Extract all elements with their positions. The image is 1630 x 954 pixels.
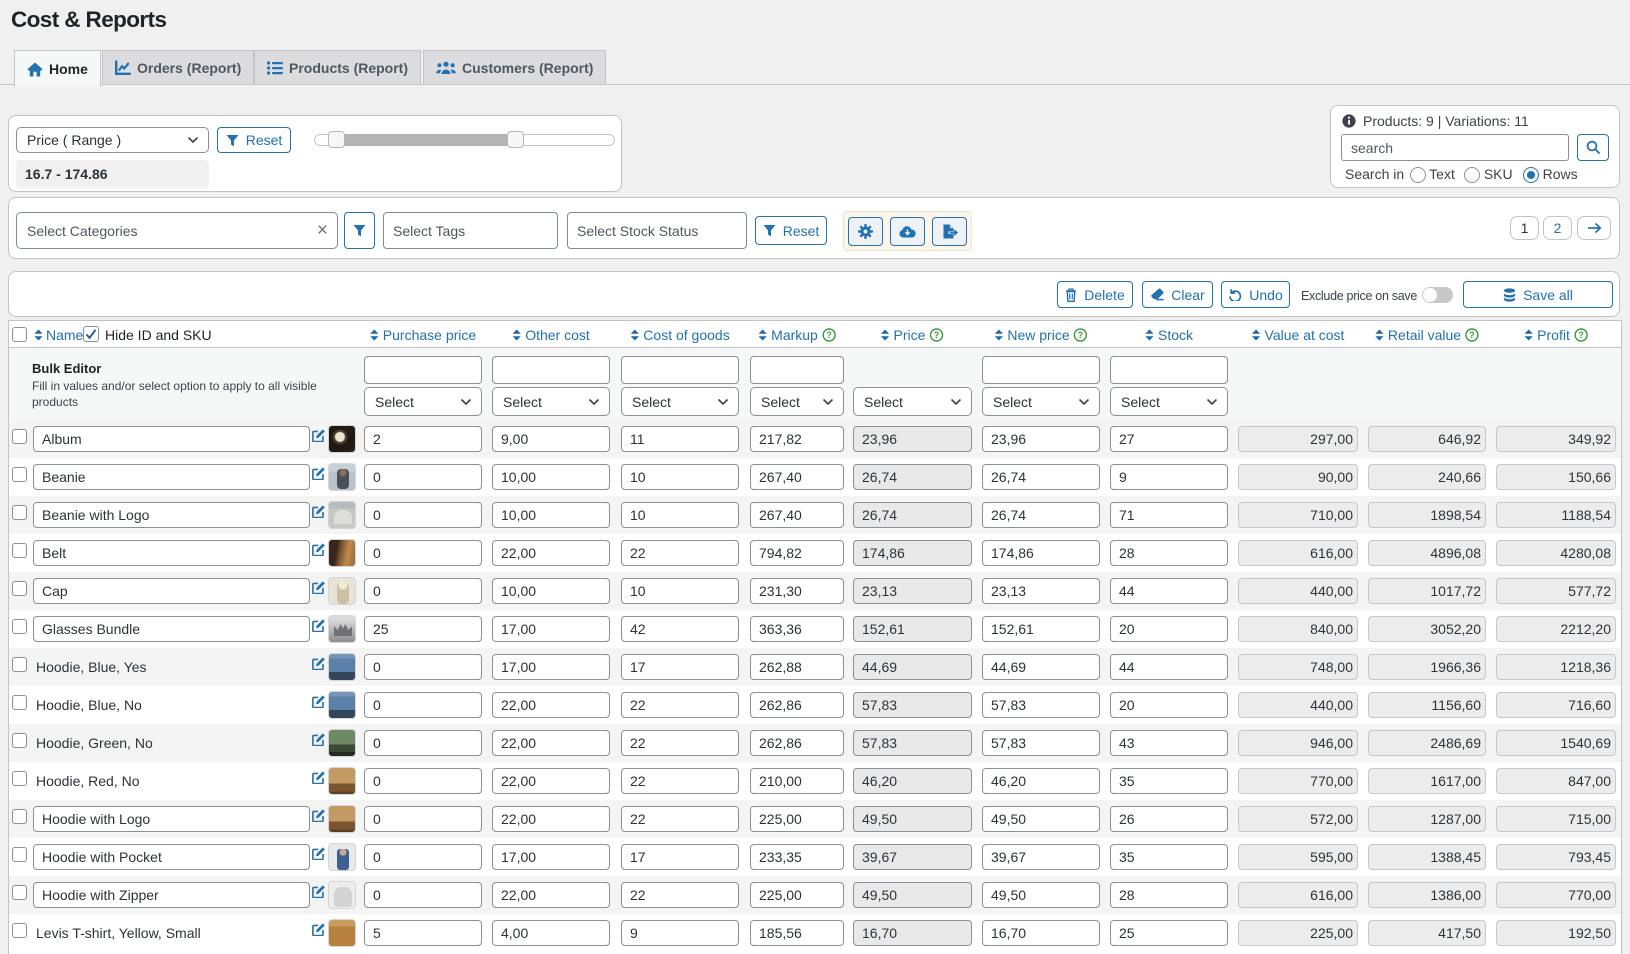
svg-text:?: ? bbox=[934, 330, 940, 340]
svg-text:?: ? bbox=[1578, 330, 1584, 340]
svg-text:?: ? bbox=[1469, 330, 1475, 340]
svg-text:?: ? bbox=[1078, 330, 1084, 340]
svg-text:?: ? bbox=[826, 330, 832, 340]
